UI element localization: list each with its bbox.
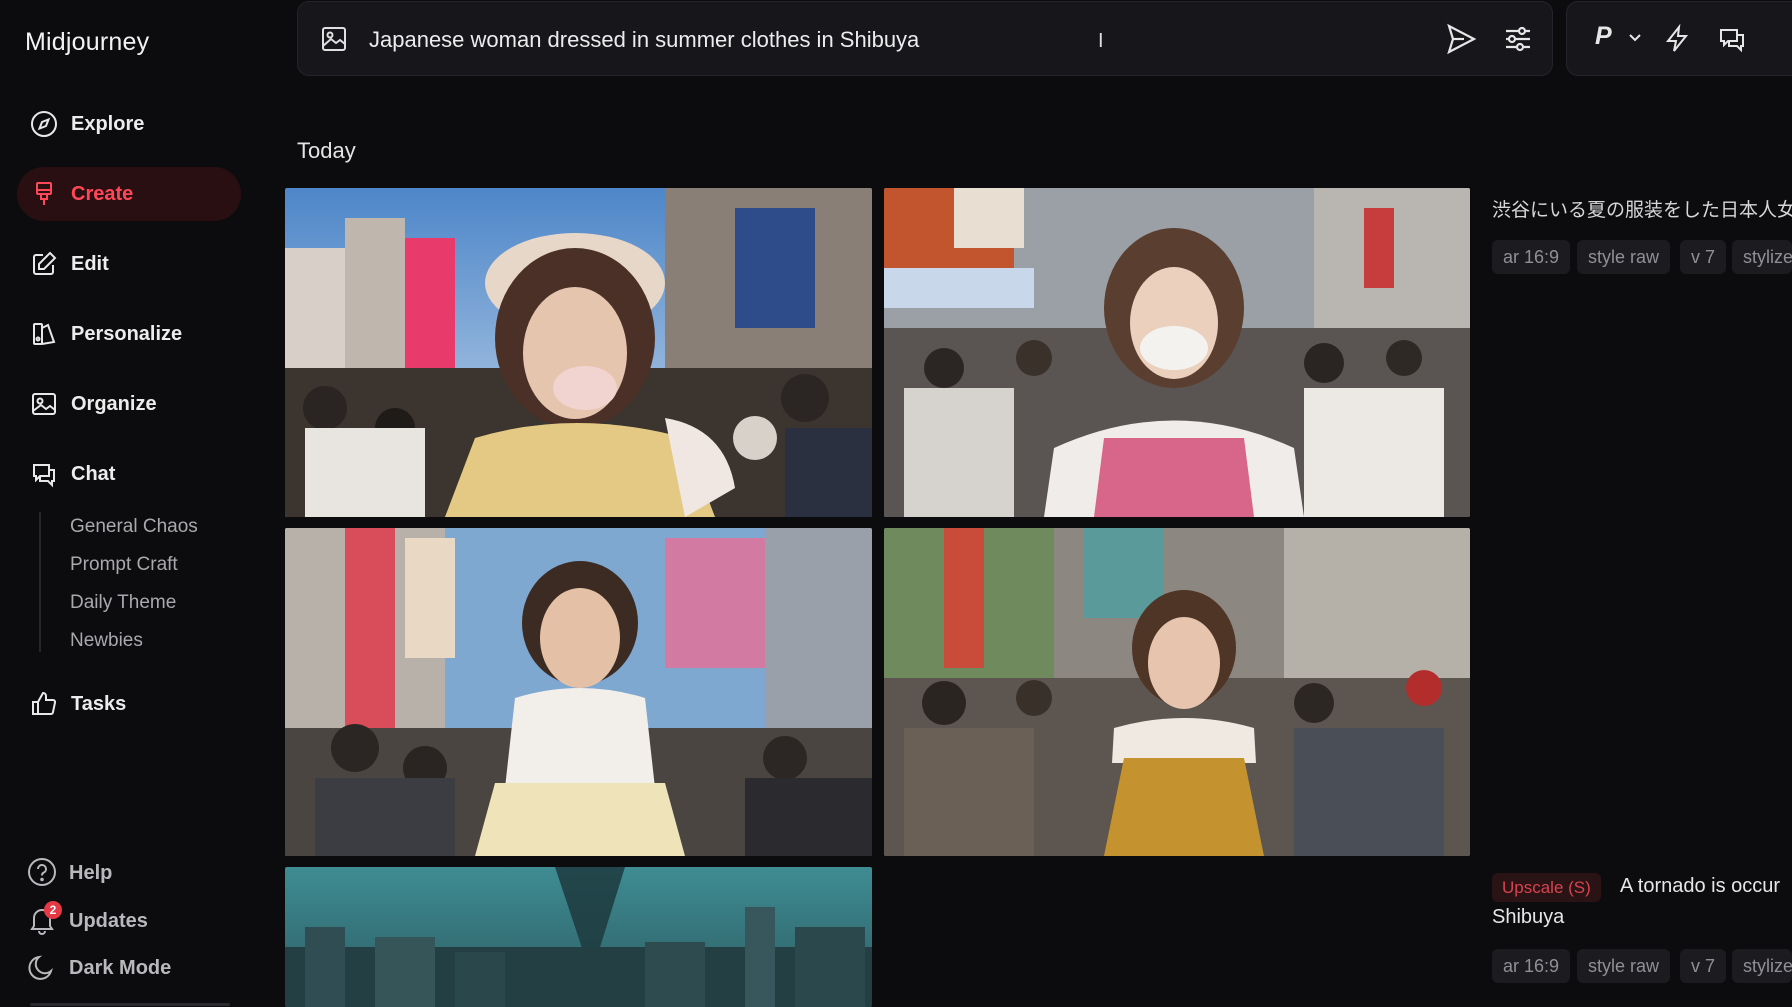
thumbs-up-icon: [29, 689, 59, 719]
section-title-today: Today: [297, 138, 356, 163]
job2-param-style[interactable]: style raw: [1577, 949, 1671, 983]
nav-dark-mode-label: Dark Mode: [69, 956, 172, 979]
text-cursor-icon: I: [1098, 30, 1104, 52]
job1-prompt[interactable]: 渋谷にいる夏の服装をした日本人女: [1492, 195, 1792, 222]
generated-image-5[interactable]: [285, 867, 872, 1007]
nav-personalize[interactable]: Personalize: [17, 307, 241, 361]
nav-chat[interactable]: Chat: [17, 447, 241, 501]
chat-icon: [29, 459, 59, 489]
nav-help-label: Help: [69, 861, 113, 884]
job1-param-ar[interactable]: ar 16:9: [1492, 240, 1571, 274]
updates-badge: 2: [44, 901, 62, 919]
generated-image-1[interactable]: [285, 188, 872, 517]
nav-updates-label: Updates: [69, 909, 148, 932]
nav-tasks-label: Tasks: [71, 692, 127, 715]
job1-param-version[interactable]: v 7: [1680, 240, 1727, 274]
moon-icon: [27, 952, 59, 984]
app-logo[interactable]: Midjourney: [25, 28, 149, 57]
nav-create[interactable]: Create: [17, 167, 241, 221]
chat-bubbles-icon[interactable]: [1717, 24, 1747, 54]
chat-room-general-chaos[interactable]: General Chaos: [70, 516, 198, 538]
nav-updates[interactable]: 2 Updates: [27, 901, 148, 937]
nav-create-label: Create: [71, 182, 134, 205]
send-icon[interactable]: [1444, 22, 1478, 56]
nav-dark-mode[interactable]: Dark Mode: [27, 952, 171, 984]
sidebar: Midjourney Explore Create Edit Personali…: [0, 0, 270, 1007]
job2-prompt-line1[interactable]: A tornado is occur: [1620, 875, 1780, 898]
nav-help[interactable]: Help: [27, 857, 112, 889]
compass-icon: [29, 109, 59, 139]
nav-edit-label: Edit: [71, 252, 109, 275]
chevron-down-icon[interactable]: [1627, 30, 1643, 46]
profile-button[interactable]: P: [1595, 22, 1612, 51]
image-icon: [29, 389, 59, 419]
nav-personalize-label: Personalize: [71, 322, 183, 345]
sliders-icon[interactable]: [1501, 22, 1535, 56]
nav-tasks[interactable]: Tasks: [17, 677, 241, 731]
job1-param-style[interactable]: style raw: [1577, 240, 1671, 274]
chat-rooms-rail: [39, 512, 41, 652]
toolbar: P: [1566, 1, 1792, 76]
generated-image-3[interactable]: [285, 528, 872, 856]
chat-room-daily-theme[interactable]: Daily Theme: [70, 592, 176, 614]
brush-icon: [29, 179, 59, 209]
nav-chat-label: Chat: [71, 462, 116, 485]
nav-organize[interactable]: Organize: [17, 377, 241, 431]
job2-upscale-tag: Upscale (S): [1492, 873, 1601, 902]
generated-image-4[interactable]: [884, 528, 1470, 856]
job1-param-stylize[interactable]: stylize: [1732, 240, 1792, 274]
job2-param-stylize[interactable]: stylize: [1732, 949, 1792, 983]
chat-room-prompt-craft[interactable]: Prompt Craft: [70, 554, 178, 576]
prompt-bar[interactable]: Japanese woman dressed in summer clothes…: [297, 1, 1553, 76]
prompt-input[interactable]: Japanese woman dressed in summer clothes…: [369, 27, 919, 53]
personalize-icon: [29, 319, 59, 349]
nav-edit[interactable]: Edit: [17, 237, 241, 291]
job2-prompt-line2[interactable]: Shibuya: [1492, 906, 1564, 929]
nav-explore[interactable]: Explore: [17, 97, 241, 151]
generated-image-2[interactable]: [884, 188, 1470, 517]
bolt-icon[interactable]: [1662, 23, 1692, 54]
bell-icon: 2: [27, 901, 62, 937]
edit-icon: [29, 249, 59, 279]
image-upload-icon[interactable]: [320, 25, 348, 53]
sidebar-scroll-indicator: [30, 1003, 230, 1006]
help-icon: [27, 857, 59, 889]
nav-organize-label: Organize: [71, 392, 157, 415]
job2-param-ar[interactable]: ar 16:9: [1492, 949, 1571, 983]
nav-explore-label: Explore: [71, 112, 145, 135]
job2-param-version[interactable]: v 7: [1680, 949, 1727, 983]
chat-room-newbies[interactable]: Newbies: [70, 630, 143, 652]
